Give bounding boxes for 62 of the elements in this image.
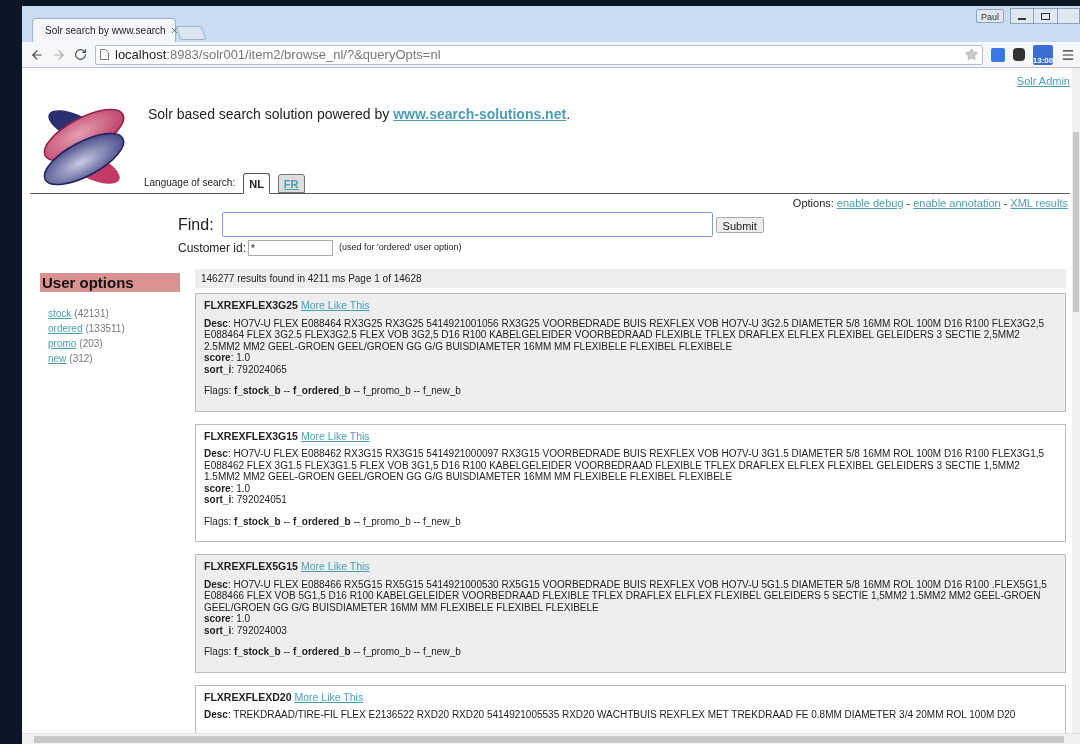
find-label: Find: xyxy=(178,214,214,235)
separator: - xyxy=(1003,195,1008,211)
tagline: Solr based search solution powered by www.search-solutions.net. xyxy=(148,104,571,124)
customer-id-label: Customer id: xyxy=(178,240,247,257)
menu-icon[interactable] xyxy=(1061,47,1075,62)
result-flags: Flags: f_stock_b -- f_ordered_b -- f_promo_b -- f_new_b xyxy=(204,385,462,397)
result-field: sort_i: 792024065 xyxy=(204,363,1057,375)
result-title: FLXREXFLEX5G15 xyxy=(204,561,298,573)
page-icon xyxy=(100,49,109,60)
more-like-this-link[interactable]: More Like This xyxy=(300,300,370,312)
result-title: FLXREXFLEX3G15 xyxy=(204,430,298,442)
customer-id-hint: (used for 'ordered' user option) xyxy=(339,241,462,255)
close-icon[interactable] xyxy=(169,26,179,35)
facet-link[interactable]: ordered xyxy=(48,321,83,336)
calendar-extension-icon[interactable]: 13:00 xyxy=(1033,44,1053,65)
result-title: FLXREXFLEX3G25 xyxy=(204,300,298,312)
profile-button[interactable]: Paul xyxy=(976,9,1004,23)
maximize-button[interactable] xyxy=(1034,8,1058,24)
admin-link[interactable]: Solr Admin xyxy=(1016,73,1070,90)
option-link[interactable]: XML results xyxy=(1010,194,1068,211)
search-field[interactable] xyxy=(221,212,713,237)
tab-title: Solr search by www.search xyxy=(45,24,166,38)
result-field: score: 1.0 xyxy=(204,613,1057,625)
option-link[interactable]: enable debug xyxy=(836,194,904,211)
more-like-this-link[interactable]: More Like This xyxy=(294,691,364,703)
url-text: localhost:8983/solr001/item2/browse_nl/?&queryOpts=nl xyxy=(115,45,442,64)
language-label: Language of search: xyxy=(144,175,236,190)
facet-count: (312) xyxy=(69,352,93,366)
more-like-this-link[interactable]: More Like This xyxy=(300,561,370,573)
option-link[interactable]: enable annotation xyxy=(913,194,1001,211)
result-title: FLXREXFLEXD20 xyxy=(204,691,292,703)
browser-tab[interactable]: Solr search by www.search xyxy=(32,18,176,42)
more-like-this-link[interactable]: More Like This xyxy=(300,430,370,442)
result-field: sort_i: 792024051 xyxy=(204,494,1057,506)
result-flags: Flags: f_stock_b -- f_ordered_b -- f_promo_b -- f_new_b xyxy=(204,515,462,527)
facet-link[interactable]: new xyxy=(48,351,67,366)
language-tab[interactable]: NL xyxy=(243,172,270,194)
submit-button[interactable]: Submit xyxy=(715,216,764,233)
facet-link[interactable]: stock xyxy=(48,306,72,321)
result-flags: Flags: f_stock_b -- f_ordered_b -- f_promo_b -- f_new_b xyxy=(204,646,462,658)
vertical-scrollbar[interactable] xyxy=(1072,68,1080,733)
facet-link[interactable]: promo xyxy=(48,336,77,351)
forward-icon[interactable] xyxy=(52,47,66,62)
options-label: Options: xyxy=(792,195,834,211)
sidebar-title: User options xyxy=(40,273,180,292)
minimize-button[interactable] xyxy=(1010,8,1034,24)
result-field: sort_i: 792024003 xyxy=(204,624,1057,636)
language-tab[interactable]: FR xyxy=(277,173,305,193)
result-field: Desc: TREKDRAAD/TIRE-FIL FLEX E2136522 RXD20 RXD20 5414921005535 RXD20 WACHTBUIS REXFLEX MET TREKDRAAD FE 0.8MM DIAMETER 3/4 20MM ROL 100M D20 xyxy=(204,709,1057,721)
address-bar[interactable]: localhost:8983/solr001/item2/browse_nl/?&queryOpts=nl xyxy=(95,44,983,65)
horizontal-scrollbar[interactable] xyxy=(22,733,1080,744)
facet-count: (203) xyxy=(79,337,103,351)
facet-count: (42131) xyxy=(74,307,109,321)
result-field: score: 1.0 xyxy=(204,352,1057,364)
back-icon[interactable] xyxy=(30,47,44,62)
separator: - xyxy=(906,195,911,211)
results-summary: 146277 results found in 4211 ms Page 1 of 14628 xyxy=(195,269,1066,288)
facet-count: (133511) xyxy=(85,322,125,336)
reload-icon[interactable] xyxy=(74,48,87,61)
result-field: score: 1.0 xyxy=(204,482,1057,494)
star-icon[interactable] xyxy=(965,48,978,61)
customer-id-field[interactable]: * xyxy=(248,240,334,256)
